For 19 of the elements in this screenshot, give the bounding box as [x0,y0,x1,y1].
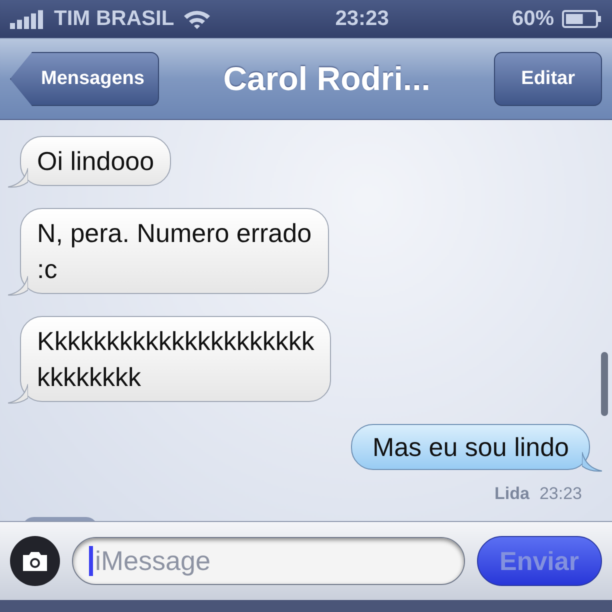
receipt-time: 23:23 [539,484,582,504]
read-receipt: Lida [494,484,530,504]
bubble-tail [8,168,28,188]
carrier-name: TIM BRASIL [54,7,174,31]
wifi-icon [182,8,212,30]
status-time: 23:23 [335,7,389,31]
back-button[interactable]: Mensagens [10,52,160,106]
edit-button[interactable]: Editar [494,52,602,106]
battery-percent: 60% [512,7,554,31]
bubble-tail [8,384,28,404]
signal-icon [10,9,46,29]
message-field[interactable]: iMessage [72,537,464,585]
conversation-title: Carol Rodri... [222,60,432,98]
camera-button[interactable] [10,536,60,586]
bubble-tail [8,276,28,296]
bubble-tail [582,452,602,472]
battery-icon [562,9,602,29]
scroll-bar [601,352,608,416]
camera-icon [21,550,49,572]
